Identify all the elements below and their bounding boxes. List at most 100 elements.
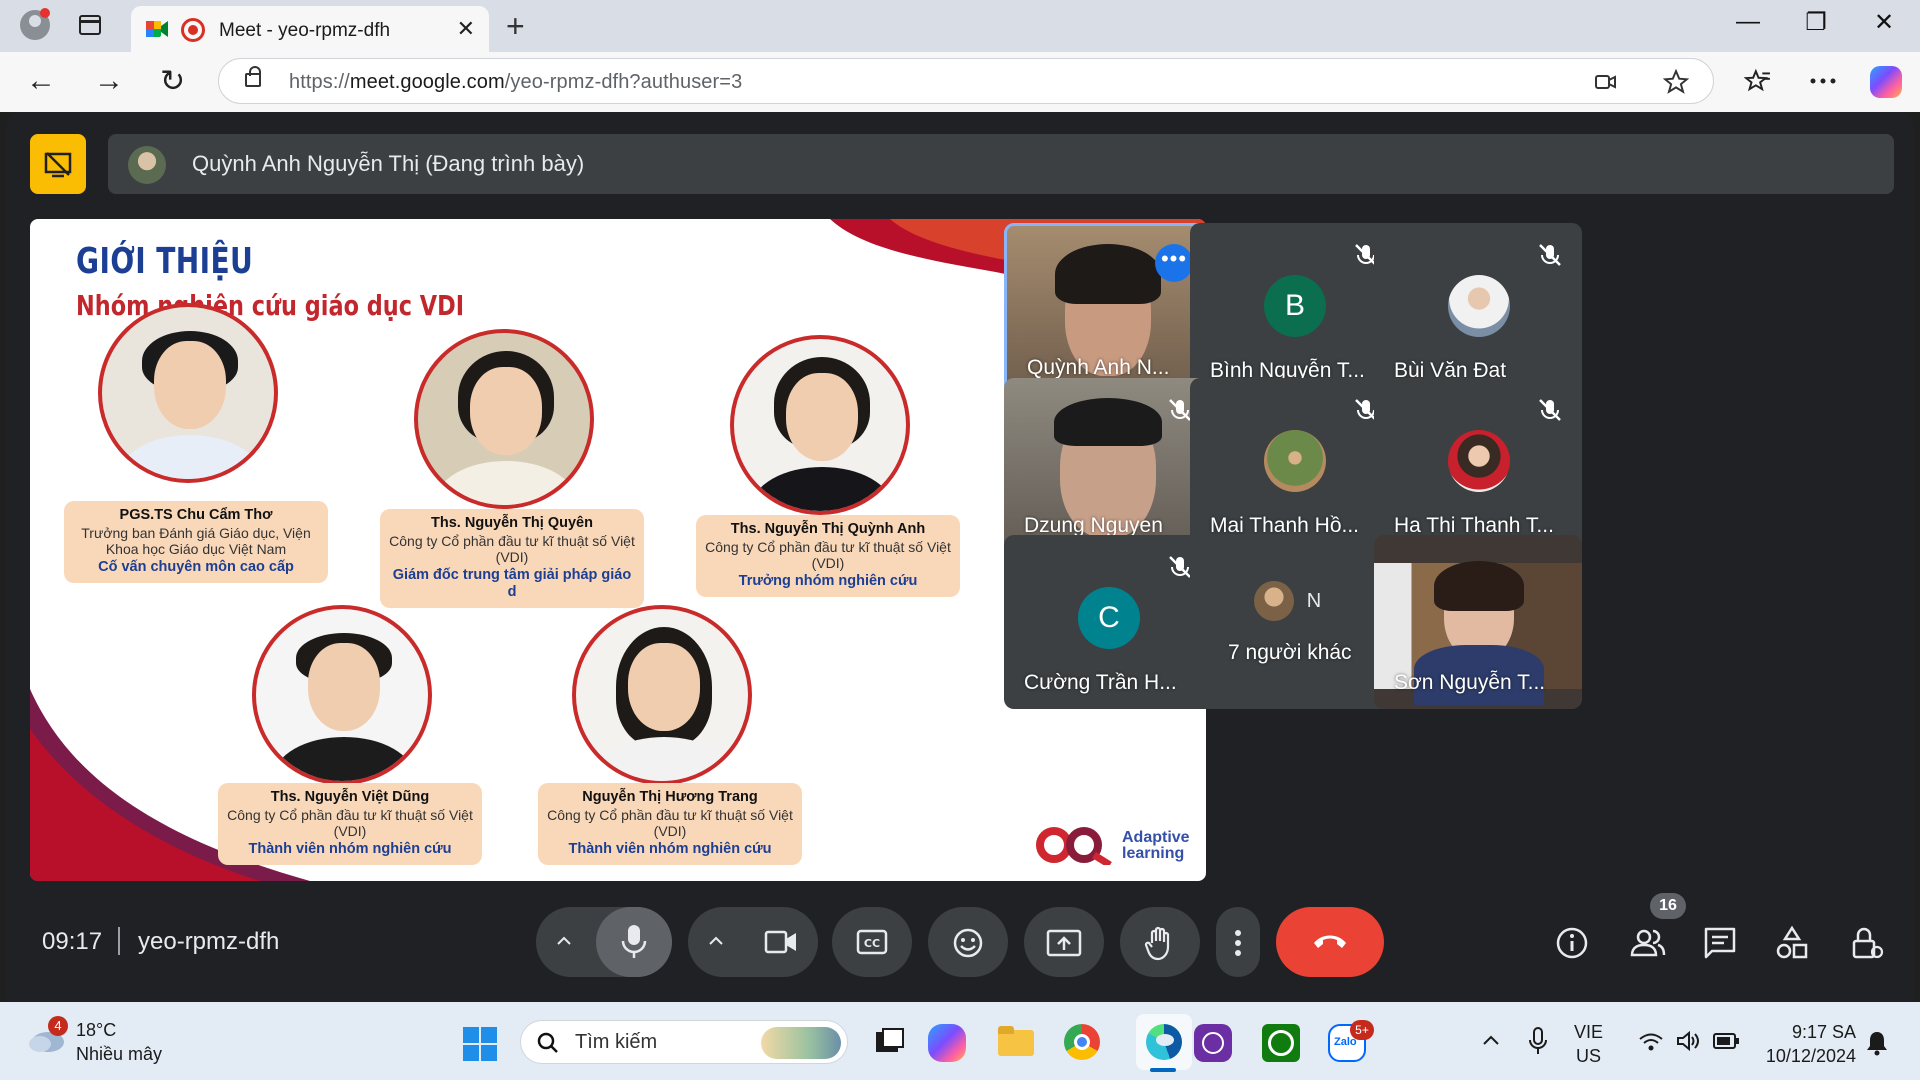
wifi-icon[interactable] bbox=[1638, 1032, 1664, 1052]
people-count-badge: 16 bbox=[1650, 893, 1686, 919]
divider bbox=[118, 927, 120, 955]
participant-name: Quỳnh Anh N... bbox=[1027, 356, 1170, 379]
meet-app-icon[interactable] bbox=[1194, 1024, 1232, 1062]
xbox-icon[interactable] bbox=[1262, 1024, 1300, 1062]
member-card: Ths. Nguyễn Thị Quyên Công ty Cổ phần đầ… bbox=[380, 509, 644, 608]
reactions-button[interactable] bbox=[928, 907, 1008, 977]
minimize-button[interactable]: — bbox=[1728, 8, 1768, 36]
participant-tile[interactable]: Bùi Văn Đạt bbox=[1374, 223, 1582, 397]
mic-icon bbox=[621, 925, 647, 958]
hand-icon bbox=[1144, 926, 1170, 961]
copilot-taskbar-icon[interactable] bbox=[928, 1024, 966, 1062]
member-name: PGS.TS Chu Cẩm Thơ bbox=[119, 507, 273, 523]
windows-taskbar: 4 18°C Nhiều mây Tìm kiếm Zalo 5+ VIE US bbox=[0, 1002, 1920, 1080]
end-call-button[interactable] bbox=[1276, 907, 1384, 977]
chevron-up-icon[interactable] bbox=[708, 933, 724, 949]
volume-icon[interactable] bbox=[1676, 1030, 1702, 1052]
meet-window: Quỳnh Anh Nguyễn Thị (Đang trình bày) GI… bbox=[6, 112, 1914, 1002]
forward-button[interactable]: → bbox=[94, 64, 124, 98]
member-photo bbox=[98, 303, 278, 483]
participant-avatar: N bbox=[1294, 581, 1334, 621]
slide-subtitle: Nhóm nghiên cứu giáo dục VDI bbox=[76, 289, 465, 322]
camera-button[interactable] bbox=[744, 907, 818, 977]
slide-title: GIỚI THIỆU bbox=[76, 241, 254, 282]
chrome-icon[interactable] bbox=[1060, 1020, 1104, 1064]
weather-temperature[interactable]: 18°C bbox=[76, 1020, 116, 1041]
microphone-tray-icon[interactable] bbox=[1528, 1026, 1548, 1056]
present-button[interactable] bbox=[1024, 907, 1104, 977]
member-org: Công ty Cổ phần đầu tư kĩ thuật số Việt … bbox=[227, 807, 473, 839]
participant-tile[interactable]: Sơn Nguyễn T... bbox=[1374, 535, 1582, 709]
activities-icon[interactable] bbox=[1774, 925, 1810, 961]
brand-name: Adaptive learning bbox=[1122, 829, 1190, 862]
raise-hand-button[interactable] bbox=[1120, 907, 1200, 977]
reload-button[interactable]: ↻ bbox=[160, 64, 185, 99]
more-options-button[interactable] bbox=[1216, 907, 1260, 977]
captions-button[interactable]: CC bbox=[832, 907, 912, 977]
participant-tile[interactable]: Dzung Nguyen bbox=[1004, 378, 1212, 552]
more-options-button[interactable]: ••• bbox=[1155, 244, 1193, 282]
restore-button[interactable]: ❐ bbox=[1796, 8, 1836, 37]
profile-notification-dot bbox=[40, 8, 50, 18]
search-placeholder: Tìm kiếm bbox=[575, 1031, 658, 1053]
info-icon[interactable] bbox=[1554, 925, 1590, 961]
close-window-button[interactable]: ✕ bbox=[1864, 8, 1904, 37]
tab-close-button[interactable]: ✕ bbox=[457, 16, 475, 42]
participant-tile[interactable]: B Bình Nguyễn T... bbox=[1190, 223, 1398, 397]
participant-tile[interactable]: Mai Thanh Hồ... bbox=[1190, 378, 1398, 552]
address-bar-row: ← → ↻ https://meet.google.com/yeo-rpmz-d… bbox=[0, 52, 1920, 112]
tab-actions-icon[interactable] bbox=[79, 15, 101, 35]
presenter-avatar bbox=[128, 146, 166, 184]
host-controls-icon[interactable] bbox=[1848, 925, 1884, 961]
search-icon bbox=[537, 1032, 558, 1053]
browser-tab-bar: Meet - yeo-rpmz-dfh ✕ + — ❐ ✕ bbox=[0, 0, 1920, 52]
meeting-clock: 09:17 bbox=[42, 928, 103, 955]
svg-text:CC: CC bbox=[864, 937, 880, 950]
taskbar-time: 9:17 SA bbox=[1791, 1022, 1856, 1042]
url-bar[interactable]: https://meet.google.com/yeo-rpmz-dfh?aut… bbox=[218, 58, 1714, 104]
lock-icon[interactable] bbox=[245, 66, 261, 87]
member-name: Nguyễn Thị Hương Trang bbox=[582, 789, 758, 805]
participant-name: Sơn Nguyễn T... bbox=[1394, 671, 1546, 694]
member-card: PGS.TS Chu Cẩm Thơ Trưởng ban Đánh giá G… bbox=[64, 501, 328, 583]
participant-tile[interactable]: ••• Quỳnh Anh N... bbox=[1004, 223, 1212, 397]
weather-badge: 4 bbox=[48, 1016, 68, 1036]
chat-icon[interactable] bbox=[1702, 925, 1738, 961]
back-button[interactable]: ← bbox=[26, 64, 56, 98]
edge-icon[interactable] bbox=[1142, 1020, 1186, 1064]
mic-off-icon bbox=[1539, 399, 1561, 421]
taskbar-clock[interactable]: 9:17 SA 10/12/2024 bbox=[1766, 1020, 1856, 1068]
taskbar-search[interactable]: Tìm kiếm bbox=[520, 1020, 848, 1064]
battery-icon[interactable] bbox=[1712, 1032, 1740, 1050]
notification-bell-icon[interactable] bbox=[1866, 1030, 1888, 1056]
windows-start-icon[interactable] bbox=[462, 1026, 498, 1062]
tab-meet[interactable]: Meet - yeo-rpmz-dfh ✕ bbox=[131, 6, 489, 52]
star-icon[interactable] bbox=[1663, 69, 1689, 95]
language-indicator[interactable]: VIE US bbox=[1574, 1020, 1603, 1068]
camera-icon bbox=[764, 930, 796, 954]
favorites-icon[interactable] bbox=[1744, 68, 1772, 94]
presentation-icon[interactable] bbox=[30, 134, 86, 194]
file-explorer-icon[interactable] bbox=[994, 1020, 1038, 1064]
copilot-icon[interactable] bbox=[1870, 66, 1902, 98]
member-org: Công ty Cổ phần đầu tư kĩ thuật số Việt … bbox=[705, 539, 951, 571]
member-photo bbox=[730, 335, 910, 515]
mic-button[interactable] bbox=[596, 907, 672, 977]
member-role: Thành viên nhóm nghiên cứu bbox=[248, 841, 452, 857]
weather-condition[interactable]: Nhiều mây bbox=[76, 1044, 162, 1065]
more-icon[interactable] bbox=[1810, 78, 1836, 84]
new-tab-button[interactable]: + bbox=[506, 8, 525, 45]
participant-tile[interactable]: C Cường Trần H... bbox=[1004, 535, 1212, 709]
participant-avatar bbox=[1448, 430, 1510, 492]
camera-control bbox=[688, 907, 818, 977]
chevron-up-icon[interactable] bbox=[556, 933, 572, 949]
participant-tile[interactable]: Ha Thi Thanh T... bbox=[1374, 378, 1582, 552]
camera-blocked-icon[interactable] bbox=[1595, 73, 1617, 91]
others-tile[interactable]: N 7 người khác bbox=[1190, 535, 1398, 709]
stop-present-icon bbox=[44, 152, 72, 178]
people-icon[interactable] bbox=[1630, 925, 1666, 961]
meeting-code: yeo-rpmz-dfh bbox=[138, 928, 280, 955]
chevron-up-icon[interactable] bbox=[1482, 1034, 1500, 1046]
task-view-icon[interactable] bbox=[868, 1020, 912, 1064]
member-name: Ths. Nguyễn Việt Dũng bbox=[270, 789, 430, 805]
